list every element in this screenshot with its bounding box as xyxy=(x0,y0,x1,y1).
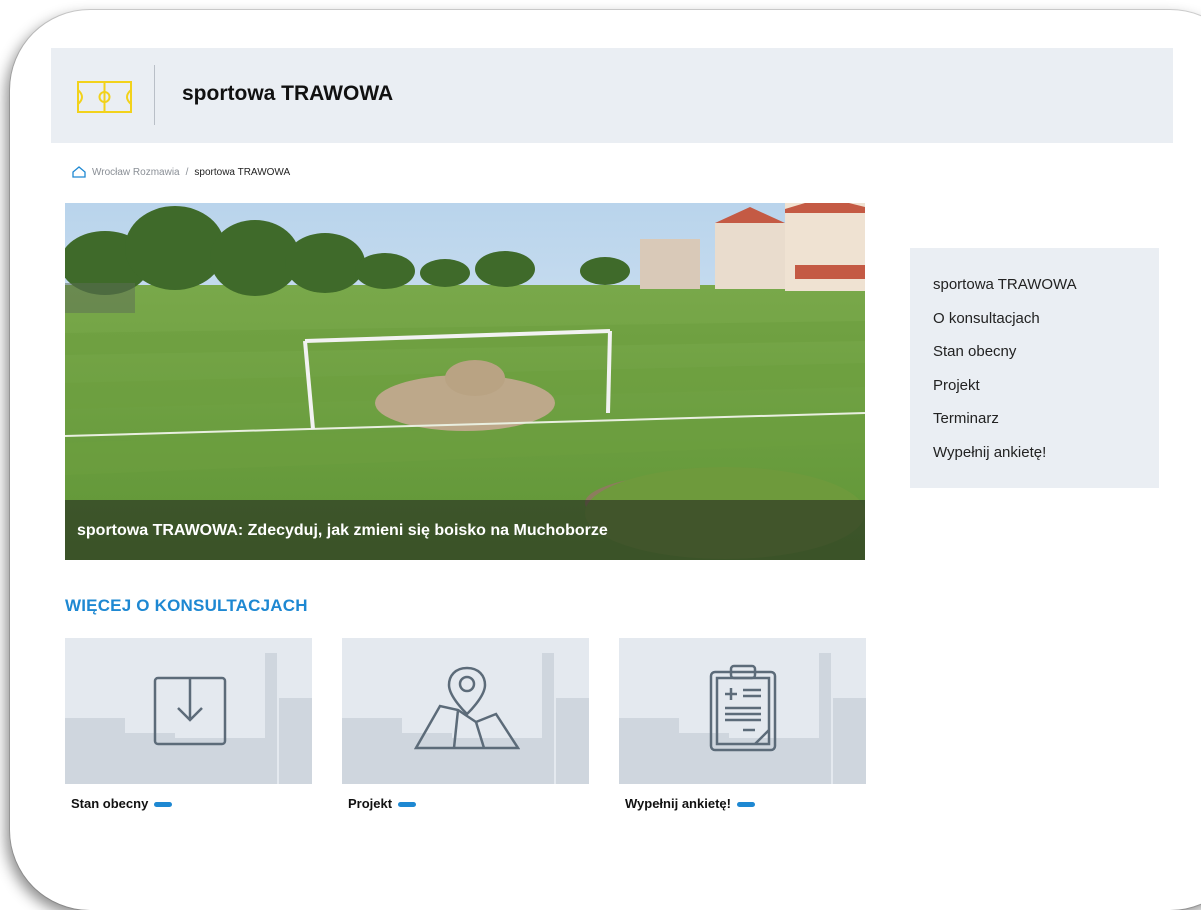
card-label[interactable]: Projekt xyxy=(348,796,392,811)
breadcrumb-separator: / xyxy=(185,166,189,178)
card-projekt[interactable]: Projekt xyxy=(342,638,589,811)
pitch-logo-icon[interactable] xyxy=(77,81,132,113)
clipboard-icon xyxy=(709,664,777,752)
card-thumbnail[interactable] xyxy=(342,638,589,784)
card-thumbnail[interactable] xyxy=(65,638,312,784)
download-box-icon xyxy=(153,676,227,746)
hero-image[interactable]: sportowa TRAWOWA: Zdecyduj, jak zmieni s… xyxy=(65,203,865,560)
card-stan-obecny[interactable]: Stan obecny xyxy=(65,638,312,811)
sidebar-item-projekt[interactable]: Projekt xyxy=(933,373,1159,407)
logo-divider xyxy=(154,65,155,125)
section-title: WIĘCEJ O KONSULTACJACH xyxy=(65,596,308,615)
hero-caption-text[interactable]: sportowa TRAWOWA: Zdecyduj, jak zmieni s… xyxy=(77,522,608,540)
breadcrumb-home-link[interactable]: Wrocław Rozmawia xyxy=(92,167,180,178)
card-wypelnij-ankiete[interactable]: Wypełnij ankietę! xyxy=(619,638,866,811)
sidebar-item-sportowa-trawowa[interactable]: sportowa TRAWOWA xyxy=(933,272,1159,306)
home-icon[interactable] xyxy=(72,166,86,178)
arrow-dash-icon[interactable] xyxy=(736,802,755,807)
sidebar-item-wypelnij-ankiete[interactable]: Wypełnij ankietę! xyxy=(933,440,1159,474)
card-label[interactable]: Wypełnij ankietę! xyxy=(625,796,731,811)
page: sportowa TRAWOWA Wrocław Rozmawia / spor… xyxy=(0,0,1201,863)
sidebar-menu: sportowa TRAWOWA O konsultacjach Stan ob… xyxy=(910,248,1159,488)
sidebar-item-stan-obecny[interactable]: Stan obecny xyxy=(933,339,1159,373)
hero-caption: sportowa TRAWOWA: Zdecyduj, jak zmieni s… xyxy=(65,500,865,560)
map-pin-icon xyxy=(414,666,520,750)
arrow-dash-icon[interactable] xyxy=(154,802,173,807)
breadcrumb-current: sportowa TRAWOWA xyxy=(194,166,291,178)
site-title[interactable]: sportowa TRAWOWA xyxy=(182,82,393,106)
card-thumbnail[interactable] xyxy=(619,638,866,784)
sidebar-item-terminarz[interactable]: Terminarz xyxy=(933,406,1159,440)
header-bar: sportowa TRAWOWA xyxy=(51,48,1173,143)
card-label[interactable]: Stan obecny xyxy=(71,796,148,811)
arrow-dash-icon[interactable] xyxy=(398,802,417,807)
sidebar-item-o-konsultacjach[interactable]: O konsultacjach xyxy=(933,306,1159,340)
breadcrumb: Wrocław Rozmawia / sportowa TRAWOWA xyxy=(72,166,290,178)
